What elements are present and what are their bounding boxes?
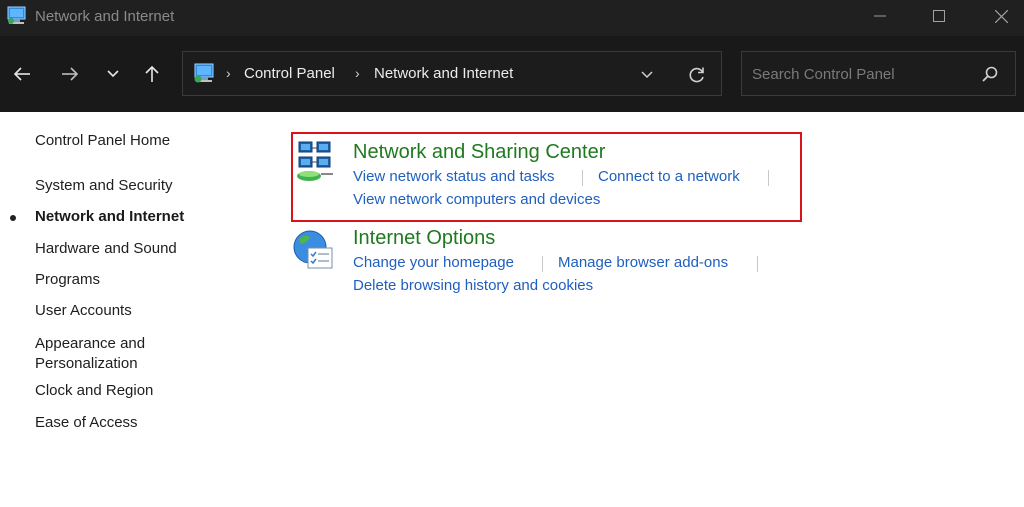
- active-bullet-icon: [10, 215, 16, 221]
- refresh-icon: [689, 67, 704, 83]
- sidebar-item-control-panel-home[interactable]: Control Panel Home: [35, 131, 170, 151]
- minimize-button[interactable]: [857, 0, 903, 32]
- link-separator: [542, 256, 543, 272]
- internet-options-icon: [292, 228, 336, 277]
- search-box[interactable]: [741, 51, 1016, 96]
- search-button[interactable]: [978, 63, 1002, 85]
- up-arrow-icon: [145, 65, 159, 82]
- link-separator: [757, 256, 758, 272]
- navigation-bar: › Control Panel › Network and Internet: [0, 36, 1024, 112]
- search-input[interactable]: [752, 63, 972, 85]
- sidebar-item-user-accounts[interactable]: User Accounts: [35, 301, 132, 321]
- minimize-icon: [874, 15, 886, 17]
- chevron-down-icon: [107, 70, 119, 78]
- delete-browsing-history-link[interactable]: Delete browsing history and cookies: [353, 277, 593, 294]
- address-dropdown-button[interactable]: [635, 65, 659, 85]
- up-button[interactable]: [140, 62, 164, 86]
- maximize-icon: [933, 10, 945, 22]
- highlight-box: [291, 132, 802, 222]
- breadcrumb-network-and-internet[interactable]: Network and Internet: [374, 65, 513, 82]
- sidebar-item-hardware-and-sound[interactable]: Hardware and Sound: [35, 239, 177, 259]
- sidebar-item-programs[interactable]: Programs: [35, 270, 100, 290]
- sidebar-item-ease-of-access[interactable]: Ease of Access: [35, 413, 138, 433]
- maximize-button[interactable]: [916, 0, 962, 32]
- breadcrumb-separator: ›: [226, 65, 231, 81]
- manage-add-ons-link[interactable]: Manage browser add-ons: [558, 254, 728, 271]
- change-homepage-link[interactable]: Change your homepage: [353, 254, 514, 271]
- address-bar[interactable]: › Control Panel › Network and Internet: [182, 51, 722, 96]
- sidebar-item-network-and-internet[interactable]: Network and Internet: [35, 207, 184, 227]
- sidebar-item-system-and-security[interactable]: System and Security: [35, 176, 173, 196]
- sidebar-item-clock-and-region[interactable]: Clock and Region: [35, 381, 153, 401]
- recent-locations-button[interactable]: [101, 62, 125, 86]
- search-icon: [982, 66, 998, 82]
- internet-options-link[interactable]: Internet Options: [353, 227, 495, 250]
- forward-button[interactable]: [58, 62, 82, 86]
- close-button[interactable]: [978, 0, 1024, 32]
- window-title: Network and Internet: [35, 8, 175, 25]
- chevron-down-icon: [641, 71, 653, 79]
- forward-arrow-icon: [62, 67, 79, 81]
- back-button[interactable]: [10, 62, 34, 86]
- back-arrow-icon: [13, 67, 30, 81]
- control-panel-icon: [192, 63, 216, 85]
- close-icon: [994, 9, 1008, 23]
- network-internet-icon: [6, 6, 28, 26]
- title-bar: Network and Internet: [0, 0, 1024, 36]
- refresh-button[interactable]: [683, 63, 711, 87]
- breadcrumb-control-panel[interactable]: Control Panel: [244, 65, 335, 82]
- sidebar-item-appearance-and-personalization[interactable]: Appearance and Personalization: [35, 334, 145, 374]
- breadcrumb-separator: ›: [355, 65, 360, 81]
